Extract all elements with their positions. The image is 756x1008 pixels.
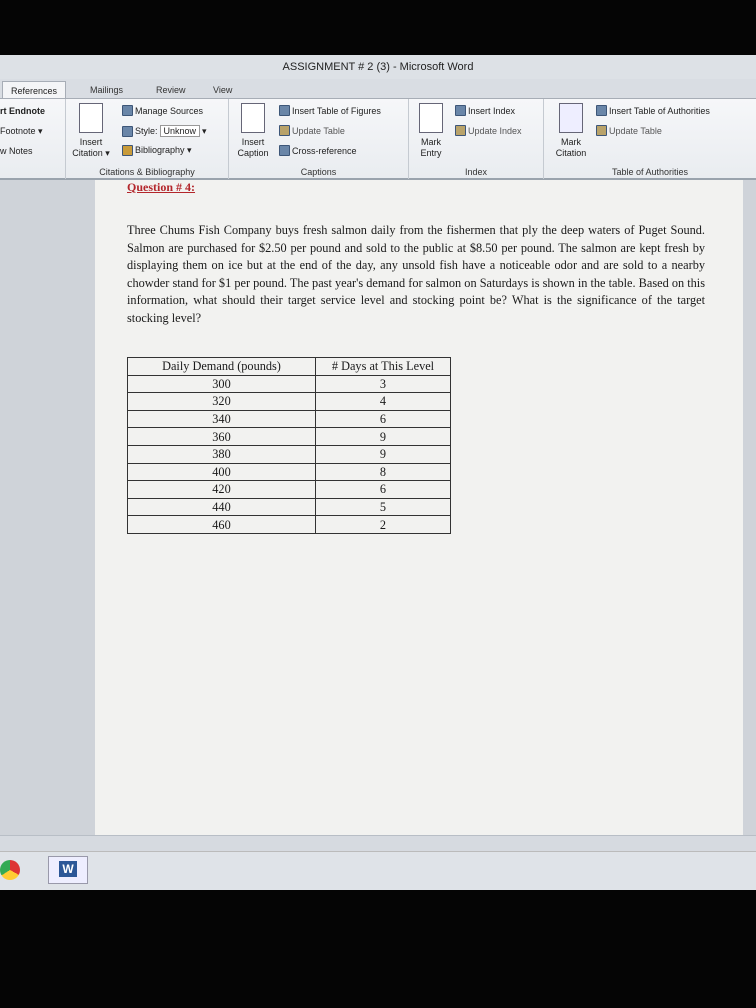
bibliography-icon [122, 145, 133, 156]
update-icon [596, 125, 607, 136]
table-row: 460 2 [127, 515, 451, 534]
table-row: 440 5 [127, 497, 451, 517]
column-header: Daily Demand (pounds) [127, 357, 316, 376]
manage-sources-button[interactable]: Manage Sources [122, 105, 203, 116]
tab-mailings[interactable]: Mailings [82, 81, 131, 99]
table-row: 380 9 [127, 444, 451, 464]
style-dropdown[interactable]: Unknow [159, 125, 201, 137]
group-label: Index [464, 167, 488, 177]
tab-review[interactable]: Review [148, 81, 194, 99]
update-table-button[interactable]: Update Table [279, 125, 345, 136]
show-notes-button[interactable]: w Notes [0, 146, 33, 156]
group-label: Captions [300, 167, 337, 177]
word-icon: W [59, 861, 77, 877]
sources-icon [122, 105, 133, 116]
days-cell: 9 [315, 444, 451, 464]
citation-icon [79, 103, 103, 133]
toa-icon [596, 105, 607, 116]
update-icon [279, 125, 290, 136]
mark-citation-button[interactable]: Mark Citation [550, 103, 592, 159]
ribbon: rt Endnote Footnote ▾ w Notes Insert Cit… [0, 98, 756, 180]
document-area: Question # 4: Three Chums Fish Company b… [0, 180, 756, 835]
days-cell: 8 [315, 462, 451, 482]
demand-cell: 440 [127, 497, 316, 517]
ribbon-tabs: References Mailings Review View [0, 79, 756, 99]
days-cell: 6 [315, 409, 451, 429]
days-cell: 3 [315, 374, 451, 394]
tab-view[interactable]: View [205, 81, 240, 99]
demand-cell: 420 [127, 480, 316, 499]
next-footnote-button[interactable]: Footnote ▾ [0, 126, 43, 137]
question-paragraph: Three Chums Fish Company buys fresh salm… [127, 223, 705, 325]
table-row: 360 9 [127, 427, 451, 446]
days-cell: 5 [315, 497, 451, 517]
update-icon [455, 125, 466, 136]
demand-cell: 320 [127, 392, 316, 411]
group-label: Citations & Bibliography [99, 167, 195, 177]
table-row: 420 6 [127, 480, 451, 499]
question-heading: Question # 4: [127, 180, 196, 194]
insert-index-button[interactable]: Insert Index [455, 105, 515, 116]
table-figures-icon [279, 105, 290, 116]
table-row: 320 4 [127, 392, 451, 411]
demand-cell: 360 [127, 427, 316, 446]
demand-table: Daily Demand (pounds) # Days at This Lev… [127, 357, 451, 534]
footnotes-group: rt Endnote Footnote ▾ w Notes [0, 99, 66, 179]
title-bar: ASSIGNMENT # 2 (3) - Microsoft Word [0, 55, 756, 79]
demand-cell: 340 [127, 409, 316, 429]
style-icon [122, 125, 133, 137]
table-row: 340 6 [127, 409, 451, 429]
insert-endnote-button[interactable]: rt Endnote [0, 106, 45, 116]
table-row: 400 8 [127, 462, 451, 482]
update-toa-button[interactable]: Update Table [596, 125, 662, 136]
days-cell: 9 [315, 427, 451, 446]
insert-caption-button[interactable]: Insert Caption [233, 103, 273, 159]
caption-icon [241, 103, 265, 133]
index-icon [455, 105, 466, 116]
index-group: Mark Entry Insert Index Update Index Ind… [409, 99, 544, 179]
insert-table-of-figures-button[interactable]: Insert Table of Figures [279, 105, 381, 116]
citations-group: Insert Citation ▾ Manage Sources Style: U… [66, 99, 229, 179]
days-cell: 6 [315, 480, 451, 499]
bibliography-button[interactable]: Bibliography ▾ [122, 145, 192, 156]
update-index-button[interactable]: Update Index [455, 125, 522, 136]
style-control: Style: Unknow ▾ [122, 125, 207, 137]
days-cell: 2 [315, 515, 451, 534]
taskbar: W [0, 835, 756, 890]
days-cell: 4 [315, 392, 451, 411]
word-taskbar-button[interactable]: W [48, 856, 88, 884]
cross-reference-icon [279, 145, 290, 156]
mark-entry-button[interactable]: Mark Entry [413, 103, 449, 159]
status-bar [0, 836, 756, 852]
captions-group: Insert Caption Insert Table of Figures U… [229, 99, 409, 179]
demand-cell: 300 [127, 374, 316, 394]
word-window: ASSIGNMENT # 2 (3) - Microsoft Word Refe… [0, 55, 756, 890]
mark-citation-icon [559, 103, 583, 133]
demand-cell: 400 [127, 462, 316, 482]
demand-cell: 460 [127, 515, 316, 534]
toa-group: Mark Citation Insert Table of Authoritie… [544, 99, 756, 179]
group-label: Table of Authorities [611, 167, 689, 177]
column-header: # Days at This Level [315, 357, 451, 376]
chrome-icon[interactable] [0, 860, 20, 880]
mark-entry-icon [419, 103, 443, 133]
cross-reference-button[interactable]: Cross-reference [279, 145, 357, 156]
document-page[interactable]: Question # 4: Three Chums Fish Company b… [95, 180, 743, 835]
table-row: 300 3 [127, 374, 451, 394]
demand-cell: 380 [127, 444, 316, 464]
chevron-down-icon[interactable]: ▾ [202, 126, 207, 137]
tab-references[interactable]: References [2, 81, 67, 99]
insert-toa-button[interactable]: Insert Table of Authorities [596, 105, 710, 116]
insert-citation-button[interactable]: Insert Citation ▾ [68, 103, 114, 159]
